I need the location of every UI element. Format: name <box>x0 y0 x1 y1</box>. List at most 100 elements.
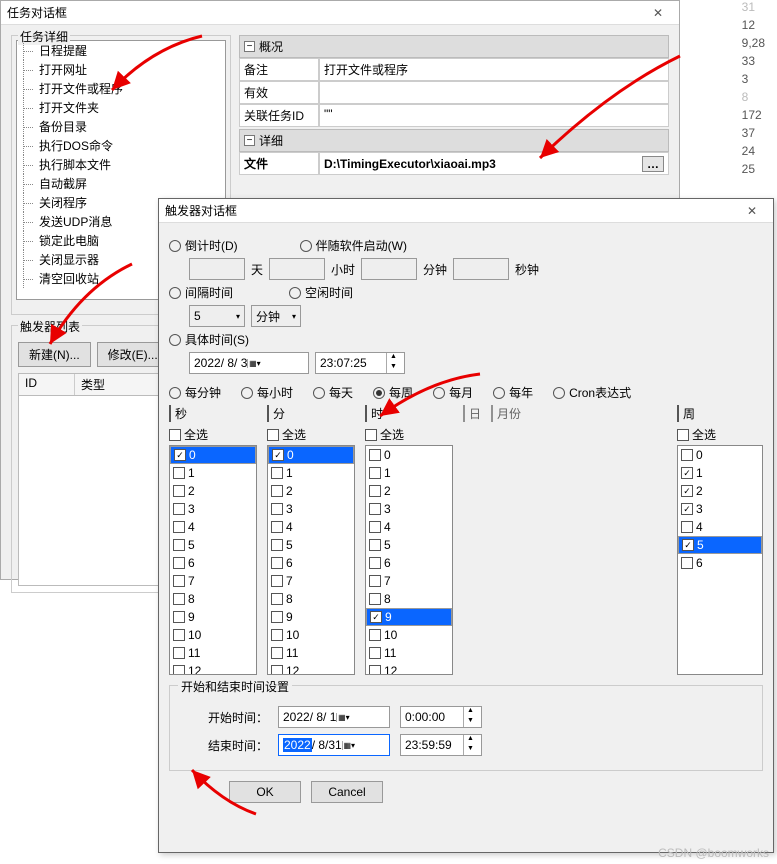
radio-specific-time[interactable]: 具体时间(S) <box>169 331 249 348</box>
checkbox-icon[interactable] <box>271 467 283 479</box>
list-item[interactable]: 9 <box>268 608 354 626</box>
checkbox-icon[interactable] <box>173 485 185 497</box>
checkbox-icon[interactable] <box>173 539 185 551</box>
checkbox-icon[interactable] <box>173 521 185 533</box>
list-item[interactable]: 9 <box>366 608 452 626</box>
calendar-drop-icon[interactable]: ▦▾ <box>342 741 356 750</box>
tree-item[interactable]: 备份目录 <box>17 117 225 136</box>
list-item[interactable]: 5 <box>268 536 354 554</box>
radio-every-year[interactable]: 每年 <box>493 384 533 401</box>
radio-countdown[interactable]: 倒计时(D) <box>169 237 238 254</box>
tree-item[interactable]: 打开文件或程序 <box>17 79 225 98</box>
list-item[interactable]: 6 <box>268 554 354 572</box>
checkbox-icon[interactable] <box>173 647 185 659</box>
min-select-all[interactable]: 全选 <box>267 426 355 443</box>
collapse-icon[interactable]: − <box>244 41 255 52</box>
list-item[interactable]: 6 <box>170 554 256 572</box>
ok-button[interactable]: OK <box>229 781 301 803</box>
tree-item[interactable]: 打开网址 <box>17 60 225 79</box>
checkbox-icon[interactable] <box>682 539 694 551</box>
interval-unit-select[interactable]: 分钟▾ <box>251 305 301 327</box>
specific-date-input[interactable]: 2022/ 8/ 3▦▾ <box>189 352 309 374</box>
prop-valid-val[interactable] <box>319 81 669 104</box>
radio-every-week[interactable]: 每周 <box>373 384 413 401</box>
prop-remark-val[interactable]: 打开文件或程序 <box>319 58 669 81</box>
list-item[interactable]: 3 <box>366 500 452 518</box>
minutes-listbox[interactable]: 0123456789101112 <box>267 445 355 675</box>
checkbox-icon[interactable] <box>681 521 693 533</box>
list-item[interactable]: 4 <box>170 518 256 536</box>
checkbox-icon[interactable] <box>369 449 381 461</box>
checkbox-icon[interactable] <box>173 629 185 641</box>
cancel-button[interactable]: Cancel <box>311 781 383 803</box>
list-item[interactable]: 6 <box>678 554 762 572</box>
specific-time-input[interactable]: 23:07:25▲▼ <box>315 352 405 374</box>
checkbox-icon[interactable] <box>369 521 381 533</box>
browse-button[interactable]: … <box>642 156 664 172</box>
checkbox-icon[interactable] <box>369 593 381 605</box>
checkbox-icon[interactable] <box>271 665 283 675</box>
list-item[interactable]: 7 <box>170 572 256 590</box>
list-item[interactable]: 10 <box>366 626 452 644</box>
prop-rel-val[interactable]: "" <box>319 104 669 127</box>
checkbox-icon[interactable] <box>271 503 283 515</box>
radio-interval[interactable]: 间隔时间 <box>169 284 233 301</box>
checkbox-icon[interactable] <box>173 593 185 605</box>
checkbox-icon[interactable] <box>370 611 382 623</box>
checkbox-icon[interactable] <box>369 539 381 551</box>
checkbox-icon[interactable] <box>369 575 381 587</box>
seconds-listbox[interactable]: 0123456789101112 <box>169 445 257 675</box>
list-item[interactable]: 1 <box>268 464 354 482</box>
checkbox-icon[interactable] <box>173 467 185 479</box>
list-item[interactable]: 7 <box>268 572 354 590</box>
list-item[interactable]: 2 <box>268 482 354 500</box>
checkbox-icon[interactable] <box>271 575 283 587</box>
list-item[interactable]: 2 <box>678 482 762 500</box>
checkbox-icon[interactable] <box>271 629 283 641</box>
radio-every-month[interactable]: 每月 <box>433 384 473 401</box>
checkbox-icon[interactable] <box>681 503 693 515</box>
checkbox-icon[interactable] <box>271 557 283 569</box>
radio-every-minute[interactable]: 每分钟 <box>169 384 221 401</box>
list-item[interactable]: 5 <box>366 536 452 554</box>
checkbox-icon[interactable] <box>369 467 381 479</box>
close-icon[interactable]: ✕ <box>643 6 673 20</box>
prop-file-val[interactable]: D:\TimingExecutor\xiaoai.mp3 … <box>319 152 669 175</box>
list-item[interactable]: 11 <box>366 644 452 662</box>
checkbox-icon[interactable] <box>173 575 185 587</box>
radio-with-software[interactable]: 伴随软件启动(W) <box>300 237 407 254</box>
checkbox-icon[interactable] <box>272 449 284 461</box>
trigger-dialog-titlebar[interactable]: 触发器对话框 ✕ <box>159 199 773 223</box>
list-item[interactable]: 6 <box>366 554 452 572</box>
radio-every-day[interactable]: 每天 <box>313 384 353 401</box>
list-item[interactable]: 1 <box>678 464 762 482</box>
new-trigger-button[interactable]: 新建(N)... <box>18 342 91 367</box>
start-date-input[interactable]: 2022/ 8/ 1▦▾ <box>278 706 390 728</box>
interval-value-select[interactable]: 5▾ <box>189 305 245 327</box>
list-item[interactable]: 4 <box>678 518 762 536</box>
task-dialog-titlebar[interactable]: 任务对话框 ✕ <box>1 1 679 25</box>
list-item[interactable]: 1 <box>366 464 452 482</box>
list-item[interactable]: 8 <box>170 590 256 608</box>
list-item[interactable]: 1 <box>170 464 256 482</box>
radio-cron[interactable]: Cron表达式 <box>553 384 631 401</box>
calendar-drop-icon[interactable]: ▦▾ <box>247 359 261 368</box>
list-item[interactable]: 12 <box>268 662 354 675</box>
checkbox-icon[interactable] <box>271 521 283 533</box>
checkbox-icon[interactable] <box>369 485 381 497</box>
checkbox-icon[interactable] <box>369 647 381 659</box>
tree-item[interactable]: 执行DOS命令 <box>17 136 225 155</box>
checkbox-icon[interactable] <box>681 467 693 479</box>
time-spinner[interactable]: ▲▼ <box>386 353 400 373</box>
list-item[interactable]: 8 <box>268 590 354 608</box>
checkbox-icon[interactable] <box>681 449 693 461</box>
checkbox-icon[interactable] <box>369 665 381 675</box>
list-item[interactable]: 4 <box>366 518 452 536</box>
time-spinner[interactable]: ▲▼ <box>463 707 477 727</box>
checkbox-icon[interactable] <box>271 611 283 623</box>
list-item[interactable]: 3 <box>678 500 762 518</box>
close-icon[interactable]: ✕ <box>737 204 767 218</box>
list-item[interactable]: 10 <box>268 626 354 644</box>
list-item[interactable]: 7 <box>366 572 452 590</box>
time-spinner[interactable]: ▲▼ <box>463 735 477 755</box>
